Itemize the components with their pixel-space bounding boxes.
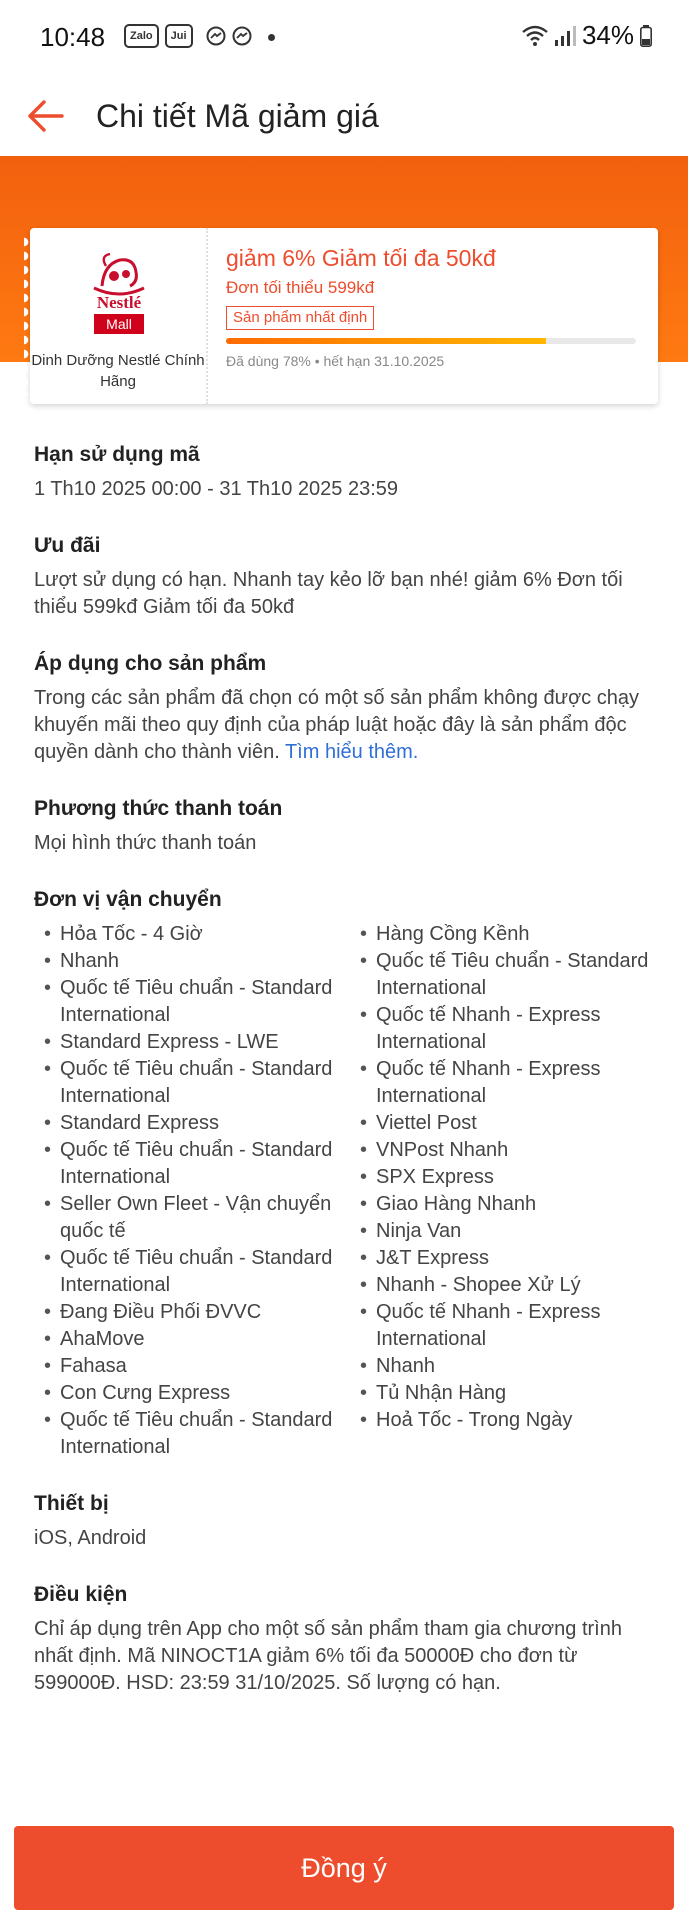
- more-notifications-dot: [268, 34, 275, 41]
- shipping-carrier-item: Quốc tế Nhanh - Express International: [350, 1299, 666, 1353]
- shipping-carrier-item: Quốc tế Tiêu chuẩn - Standard Internatio…: [34, 1137, 350, 1191]
- validity-period: 1 Th10 2025 00:00 - 31 Th10 2025 23:59: [34, 478, 399, 500]
- back-button[interactable]: [18, 88, 74, 144]
- voucher-scope-tag: Sản phẩm nhất định: [226, 306, 375, 330]
- mall-badge: Mall: [106, 316, 132, 332]
- shipping-carrier-item: Quốc tế Tiêu chuẩn - Standard Internatio…: [34, 1245, 350, 1299]
- shipping-carrier-item: Nhanh: [34, 948, 350, 975]
- voucher-details: giảm 6% Giảm tối đa 50kđ Đơn tối thiểu 5…: [226, 242, 646, 372]
- nestle-nest-icon: Nestlé Mall: [93, 252, 145, 334]
- shipping-carrier-item: Standard Express - LWE: [34, 1029, 350, 1056]
- battery-percent: 34%: [581, 20, 634, 50]
- shipping-carrier-item: Quốc tế Tiêu chuẩn - Standard Internatio…: [34, 1407, 350, 1461]
- agree-button[interactable]: Đồng ý: [14, 1826, 674, 1910]
- page-title: Chi tiết Mã giảm giá: [96, 98, 379, 134]
- brand-logo: Nestlé Mall: [84, 246, 154, 338]
- app-header: Chi tiết Mã giảm giá: [0, 76, 688, 156]
- voucher-card: Nestlé Mall Dinh Dưỡng Nestlé Chính Hãng…: [24, 228, 658, 404]
- shipping-carrier-item: Nhanh - Shopee Xử Lý: [350, 1272, 666, 1299]
- shipping-carrier-item: Quốc tế Tiêu chuẩn - Standard Internatio…: [34, 975, 350, 1029]
- shipping-carrier-item: Giao Hàng Nhanh: [350, 1191, 666, 1218]
- jui-icon: Jui: [164, 24, 193, 48]
- voucher-title: giảm 6% Giảm tối đa 50kđ: [226, 245, 496, 271]
- shipping-carrier-item: Ninja Van: [350, 1218, 666, 1245]
- zalo-icon: Zalo: [124, 24, 159, 48]
- shipping-carrier-item: Quốc tế Nhanh - Express International: [350, 1056, 666, 1110]
- section-title: Ưu đãi: [34, 534, 101, 557]
- shipping-carrier-item: Đang Điều Phối ĐVVC: [34, 1299, 350, 1326]
- shipping-carrier-item: J&T Express: [350, 1245, 666, 1272]
- shipping-carrier-item: Tủ Nhận Hàng: [350, 1380, 666, 1407]
- shipping-carrier-item: Hoả Tốc - Trong Ngày: [350, 1407, 666, 1434]
- shipping-carrier-item: Quốc tế Nhanh - Express International: [350, 1002, 666, 1056]
- shipping-column-left: Hỏa Tốc - 4 GiờNhanhQuốc tế Tiêu chuẩn -…: [34, 921, 350, 1461]
- brand-name: Dinh Dưỡng Nestlé Chính Hãng: [31, 352, 205, 390]
- shipping-carrier-item: Standard Express: [34, 1110, 350, 1137]
- section-conditions: Điều kiện Chỉ áp dụng trên App cho một s…: [34, 1580, 658, 1697]
- usage-text: Đã dùng 78% • hết hạn 31.10.2025: [226, 353, 445, 369]
- section-title: Đơn vị vận chuyển: [34, 888, 222, 911]
- brand-logo-text: Nestlé: [97, 293, 142, 312]
- shipping-carrier-item: AhaMove: [34, 1326, 350, 1353]
- shipping-carrier-item: VNPost Nhanh: [350, 1137, 666, 1164]
- shipping-carrier-item: Con Cưng Express: [34, 1380, 350, 1407]
- section-validity: Hạn sử dụng mã 1 Th10 2025 00:00 - 31 Th…: [34, 440, 658, 503]
- messenger-icon: [232, 26, 252, 46]
- section-device: Thiết bị iOS, Android: [34, 1489, 658, 1552]
- shipping-carrier-item: Hỏa Tốc - 4 Giờ: [34, 921, 350, 948]
- payment-methods: Mọi hình thức thanh toán: [34, 832, 257, 854]
- voucher-brand-panel: Nestlé Mall Dinh Dưỡng Nestlé Chính Hãng: [24, 228, 208, 404]
- shipping-carrier-item: Quốc tế Tiêu chuẩn - Standard Internatio…: [34, 1056, 350, 1110]
- section-products: Áp dụng cho sản phẩm Trong các sản phẩm …: [34, 649, 658, 766]
- signal-icon: [554, 25, 576, 46]
- section-title: Áp dụng cho sản phẩm: [34, 652, 267, 675]
- status-bar: 10:48 Zalo Jui 34%: [0, 0, 688, 76]
- voucher-min-order: Đơn tối thiểu 599kđ: [226, 278, 375, 297]
- shipping-carrier-item: Nhanh: [350, 1353, 666, 1380]
- shipping-carrier-item: Hàng Cồng Kềnh: [350, 921, 666, 948]
- shipping-carrier-list: Hỏa Tốc - 4 GiờNhanhQuốc tế Tiêu chuẩn -…: [34, 921, 674, 1461]
- section-title: Phương thức thanh toán: [34, 797, 283, 820]
- voucher-info: Hạn sử dụng mã 1 Th10 2025 00:00 - 31 Th…: [34, 440, 658, 1725]
- section-title: Hạn sử dụng mã: [34, 443, 200, 466]
- learn-more-link[interactable]: Tìm hiểu thêm.: [285, 741, 418, 763]
- battery-icon: [640, 24, 652, 47]
- offer-text: Lượt sử dụng có hạn. Nhanh tay kẻo lỡ bạ…: [34, 569, 623, 618]
- shipping-carrier-item: SPX Express: [350, 1164, 666, 1191]
- products-text: Trong các sản phẩm đã chọn có một số sản…: [34, 685, 658, 766]
- messenger-icon: [206, 26, 226, 46]
- conditions-text: Chỉ áp dụng trên App cho một số sản phẩm…: [34, 1618, 622, 1694]
- section-shipping: Đơn vị vận chuyển Hỏa Tốc - 4 GiờNhanhQu…: [34, 885, 658, 1461]
- shipping-column-right: Hàng Cồng KềnhQuốc tế Tiêu chuẩn - Stand…: [350, 921, 666, 1461]
- section-payment: Phương thức thanh toán Mọi hình thức tha…: [34, 794, 658, 857]
- status-notification-icons: Zalo Jui: [124, 24, 193, 48]
- section-offer: Ưu đãi Lượt sử dụng có hạn. Nhanh tay kẻ…: [34, 531, 658, 621]
- shipping-carrier-item: Seller Own Fleet - Vận chuyển quốc tế: [34, 1191, 350, 1245]
- status-time: 10:48: [40, 22, 106, 52]
- device-list: iOS, Android: [34, 1527, 147, 1549]
- usage-progress-bar: [226, 338, 636, 344]
- section-title: Điều kiện: [34, 1583, 128, 1606]
- arrow-left-icon: [28, 100, 64, 132]
- shipping-carrier-item: Fahasa: [34, 1353, 350, 1380]
- usage-progress-fill: [226, 338, 546, 344]
- shipping-carrier-item: Quốc tế Tiêu chuẩn - Standard Internatio…: [350, 948, 666, 1002]
- shipping-carrier-item: Viettel Post: [350, 1110, 666, 1137]
- section-title: Thiết bị: [34, 1492, 109, 1515]
- status-system-icons: 34%: [522, 20, 652, 51]
- wifi-icon: [522, 25, 548, 46]
